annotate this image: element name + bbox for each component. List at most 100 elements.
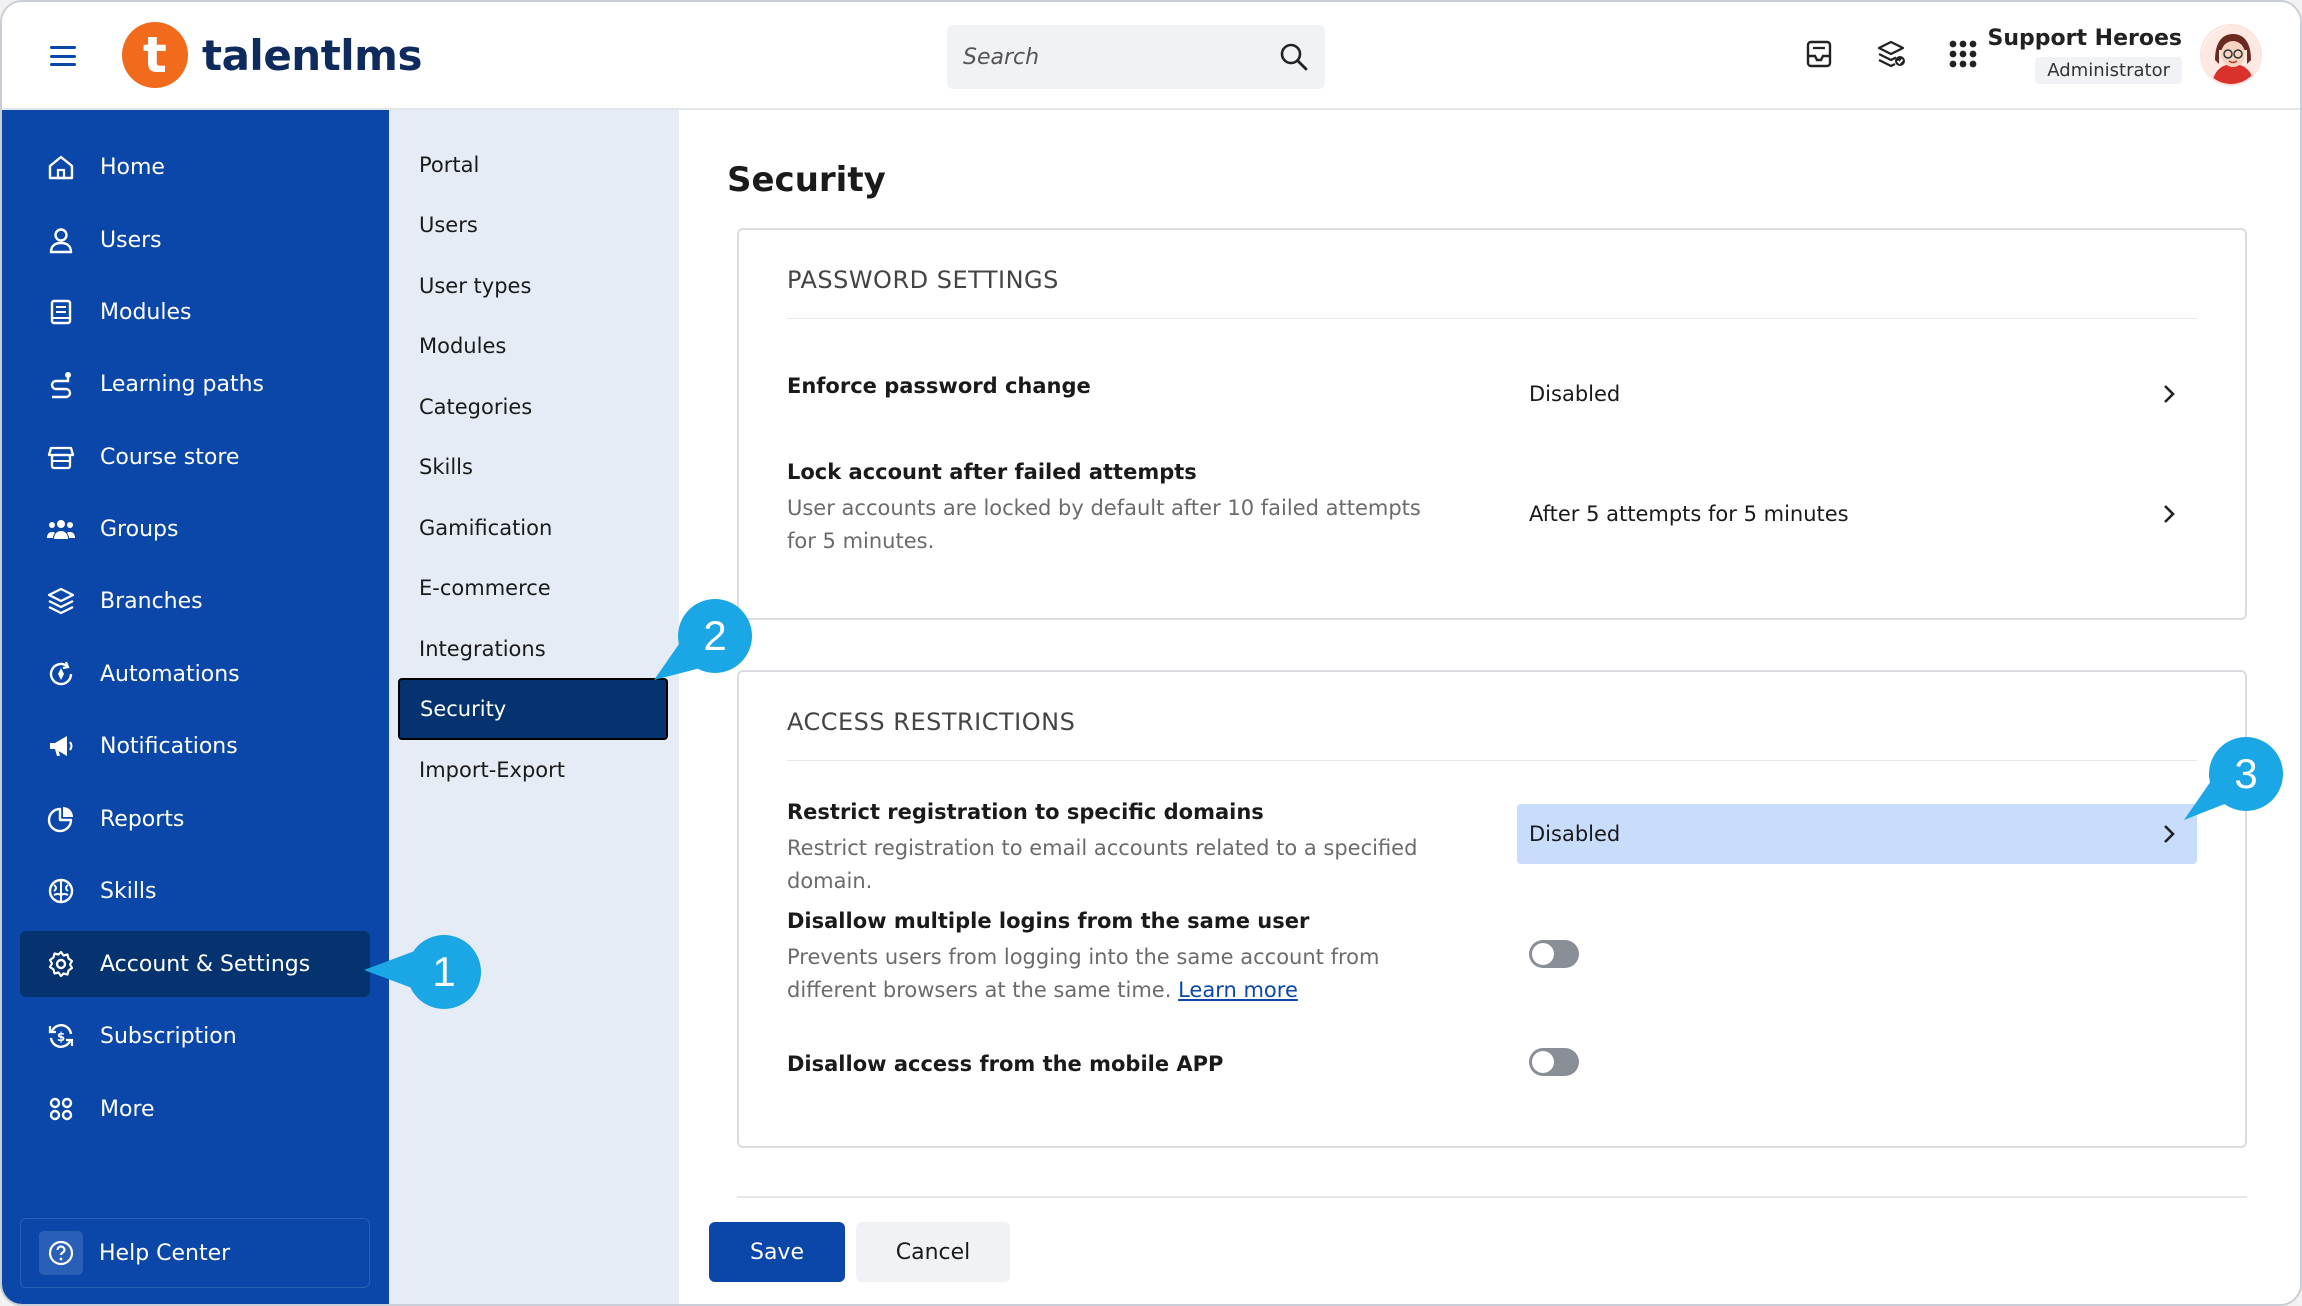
user-name: Support Heroes — [1987, 26, 2182, 51]
top-bar: t talentlms Support Heroes Administrator — [2, 2, 2300, 110]
apps-grid-icon[interactable] — [1947, 38, 1979, 70]
section-divider — [787, 318, 2197, 319]
mobile-app-toggle[interactable] — [1529, 1048, 1579, 1076]
callout-badge-3: 3 — [2209, 737, 2283, 811]
avatar-illustration — [2202, 26, 2260, 84]
sidebar-item-label: Reports — [100, 806, 185, 832]
sidebar-item-label: More — [100, 1096, 155, 1122]
callout-badge-2: 2 — [678, 599, 752, 673]
sidebar-item-users[interactable]: Users — [20, 207, 370, 273]
brand-logo[interactable]: t talentlms — [122, 22, 422, 88]
password-settings-card: PASSWORD SETTINGS Enforce password chang… — [737, 228, 2247, 620]
main-content: Security PASSWORD SETTINGS Enforce passw… — [679, 110, 2300, 1304]
hamburger-menu-icon[interactable] — [50, 46, 76, 66]
multiple-logins-description: Prevents users from logging into the sam… — [787, 941, 1447, 1007]
restrict-domains-label: Restrict registration to specific domain… — [787, 800, 1264, 824]
submenu-item-portal[interactable]: Portal — [399, 135, 669, 195]
search-input[interactable] — [963, 25, 1263, 89]
user-icon — [49, 228, 73, 254]
section-heading: PASSWORD SETTINGS — [787, 266, 1059, 294]
sidebar-item-branches[interactable]: Branches — [20, 568, 370, 634]
cancel-button[interactable]: Cancel — [856, 1222, 1010, 1282]
sidebar-item-learning-paths[interactable]: Learning paths — [20, 351, 370, 417]
user-menu[interactable]: Support Heroes Administrator — [1988, 26, 2182, 84]
section-divider — [787, 760, 2197, 761]
sidebar-item-label: Users — [100, 227, 162, 253]
section-heading: ACCESS RESTRICTIONS — [787, 708, 1076, 736]
lock-account-description: User accounts are locked by default afte… — [787, 496, 1421, 553]
avatar[interactable] — [2200, 24, 2262, 86]
sidebar-item-label: Course store — [100, 444, 240, 470]
sidebar-item-reports[interactable]: Reports — [20, 786, 370, 852]
help-icon — [39, 1231, 83, 1275]
store-icon — [47, 446, 75, 470]
sidebar-item-label: Groups — [100, 516, 179, 542]
search-icon[interactable] — [1279, 42, 1309, 72]
submenu-item-categories[interactable]: Categories — [399, 377, 669, 437]
help-center-button[interactable]: Help Center — [20, 1218, 370, 1288]
restrict-domains-value: Disabled — [1529, 822, 1621, 846]
submenu-item-security[interactable]: Security — [398, 678, 668, 740]
enforce-password-label: Enforce password change — [787, 374, 1091, 398]
gear-icon — [48, 950, 74, 978]
help-center-label: Help Center — [99, 1240, 231, 1266]
mobile-app-label: Disallow access from the mobile APP — [787, 1052, 1224, 1076]
section-divider — [737, 1196, 2247, 1198]
app-window: t talentlms Support Heroes Administrator… — [0, 0, 2302, 1306]
lock-account-setting[interactable]: After 5 attempts for 5 minutes — [1517, 484, 2197, 544]
sidebar-item-home[interactable]: Home — [20, 134, 370, 200]
submenu-item-gamification[interactable]: Gamification — [399, 498, 669, 558]
sidebar-item-label: Automations — [100, 661, 240, 687]
access-restrictions-card: ACCESS RESTRICTIONS Restrict registratio… — [737, 670, 2247, 1148]
submenu-item-import-export[interactable]: Import-Export — [399, 740, 669, 800]
chevron-right-icon — [2164, 385, 2175, 403]
sidebar-item-label: Branches — [100, 588, 203, 614]
sidebar-item-label: Modules — [100, 299, 192, 325]
multiple-logins-label: Disallow multiple logins from the same u… — [787, 909, 1310, 933]
enforce-password-setting[interactable]: Disabled — [1517, 364, 2197, 424]
sidebar-item-notifications[interactable]: Notifications — [20, 713, 370, 779]
sidebar-item-modules[interactable]: Modules — [20, 279, 370, 345]
sidebar-item-account-settings[interactable]: Account & Settings — [20, 931, 370, 997]
svg-text:$: $ — [57, 1030, 65, 1044]
sidebar-item-more[interactable]: More — [20, 1076, 370, 1142]
save-button[interactable]: Save — [709, 1222, 845, 1282]
submenu-item-integrations[interactable]: Integrations — [399, 619, 669, 679]
sidebar-item-subscription[interactable]: $ Subscription — [20, 1003, 370, 1069]
chevron-right-icon — [2164, 825, 2175, 843]
settings-submenu: Portal Users User types Modules Categori… — [389, 110, 679, 1304]
layers-check-icon[interactable] — [1875, 38, 1907, 70]
megaphone-icon — [50, 736, 73, 756]
sidebar-item-automations[interactable]: Automations — [20, 641, 370, 707]
sidebar-item-course-store[interactable]: Course store — [20, 424, 370, 490]
lock-account-value: After 5 attempts for 5 minutes — [1529, 502, 1849, 526]
restrict-domains-setting[interactable]: Disabled — [1517, 804, 2197, 864]
toggle-knob — [1532, 943, 1554, 965]
learn-more-link[interactable]: Learn more — [1178, 978, 1298, 1002]
user-role-badge: Administrator — [2035, 57, 2182, 84]
brand-name: talentlms — [202, 30, 422, 80]
path-icon — [50, 372, 72, 399]
main-sidebar: Home Users Modules Learning paths Course… — [2, 110, 389, 1304]
inbox-icon[interactable] — [1803, 38, 1835, 70]
page-title: Security — [727, 160, 886, 200]
sidebar-item-label: Skills — [100, 878, 157, 904]
submenu-item-users[interactable]: Users — [399, 195, 669, 255]
submenu-item-modules[interactable]: Modules — [399, 316, 669, 376]
enforce-password-value: Disabled — [1529, 382, 1621, 406]
sidebar-item-label: Home — [100, 154, 165, 180]
multiple-logins-toggle[interactable] — [1529, 940, 1579, 968]
submenu-item-skills[interactable]: Skills — [399, 437, 669, 497]
groups-icon — [47, 520, 75, 539]
pie-chart-icon — [47, 807, 73, 833]
logo-mark: t — [122, 22, 188, 88]
layers-icon — [47, 587, 75, 615]
toggle-knob — [1532, 1051, 1554, 1073]
subscription-icon: $ — [48, 1024, 74, 1048]
submenu-item-e-commerce[interactable]: E-commerce — [399, 558, 669, 618]
search-box — [947, 25, 1325, 89]
submenu-item-user-types[interactable]: User types — [399, 256, 669, 316]
sidebar-item-skills[interactable]: Skills — [20, 858, 370, 924]
restrict-domains-description: Restrict registration to email accounts … — [787, 836, 1418, 893]
sidebar-item-groups[interactable]: Groups — [20, 496, 370, 562]
